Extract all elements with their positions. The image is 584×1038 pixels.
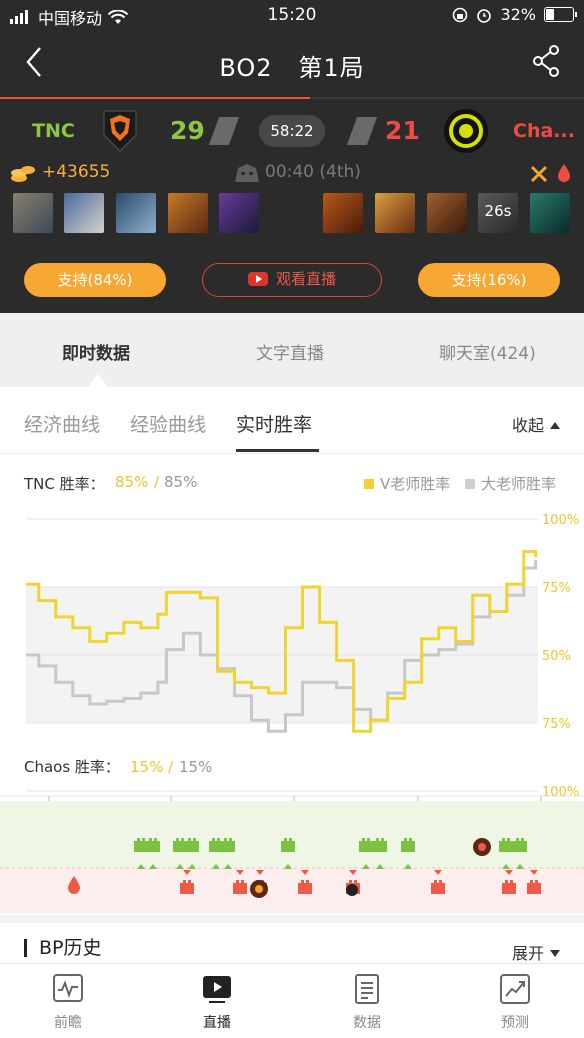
battery-percent: 32% (500, 5, 536, 24)
y-tick-label: 100% (542, 513, 579, 528)
chaos-logo[interactable] (443, 108, 489, 154)
page-title: BO2 第1局 (219, 54, 365, 82)
collapse-label: 收起 (511, 416, 544, 435)
chaos-winrate-master: 15% (179, 758, 212, 776)
score-divider-left (208, 117, 240, 145)
trend-chart-icon (500, 974, 530, 1004)
roshan-timer: 00:40 (4th) (265, 162, 361, 182)
bp-history-section: BP历史 展开 (0, 915, 584, 967)
bottom-tab-bar: 前瞻 直播 数据 预测 (0, 963, 584, 1038)
team-right-score: 21 (385, 116, 420, 145)
roshan-icon (235, 164, 259, 182)
tnc-logo[interactable] (102, 109, 138, 153)
tab-preview[interactable]: 前瞻 (28, 972, 108, 1032)
caret-down-icon (550, 950, 560, 957)
legend-v: V老师胜率 (364, 473, 450, 494)
hero-portrait[interactable] (323, 193, 363, 233)
timeline-band-radiant (0, 801, 584, 868)
winrate-chart: 100%75%50%75%100%Chaos 胜率：15% /15%-01:30… (0, 513, 584, 913)
document-icon (355, 974, 379, 1004)
hero-portrait[interactable] (168, 193, 208, 233)
divider (0, 453, 584, 454)
chaos-winrate-label: Chaos 胜率： (24, 758, 120, 776)
roshan-kill-core (478, 843, 486, 851)
team-right-name[interactable]: Cha... (513, 120, 575, 142)
score-row: TNC 29 58:22 21 Cha... (0, 105, 584, 159)
play-icon (203, 976, 231, 1003)
tnc-winrate-v: 85% (115, 473, 149, 491)
gold-lead: +43655 (42, 162, 111, 182)
chart-band-lower (26, 655, 538, 723)
respawn-timer: 26s (484, 202, 512, 220)
subtab-winrate[interactable]: 实时胜率 (236, 410, 312, 437)
info-row: +43655 00:40 (4th) (0, 162, 584, 188)
watch-live-button[interactable]: 观看直播 (202, 263, 382, 297)
legend-master: 大老师胜率 (465, 473, 556, 494)
bp-history-title: BP历史 (24, 939, 102, 958)
tab-live-data[interactable]: 即时数据 (62, 339, 130, 364)
hero-portrait-dead[interactable]: 26s (478, 193, 518, 233)
status-bar: 中国移动 15:20 32% (0, 0, 584, 30)
alarm-icon (477, 8, 492, 23)
hero-portrait[interactable] (13, 193, 53, 233)
battery-icon (544, 7, 577, 22)
share-icon[interactable] (530, 44, 562, 78)
support-right-button[interactable]: 支持(16%) (418, 263, 560, 297)
pulse-chart-icon (53, 974, 83, 1002)
roshan-kill-core (255, 885, 263, 893)
game-progress-fill (0, 97, 310, 99)
y-tick-label: 100% (542, 785, 579, 800)
score-divider-right (346, 117, 378, 145)
tab-chat[interactable]: 聊天室(424) (439, 339, 536, 364)
rotation-lock-icon (453, 7, 468, 22)
hero-portrait[interactable] (427, 193, 467, 233)
blood-drop-icon (558, 164, 570, 182)
subtab-experience[interactable]: 经验曲线 (130, 410, 206, 437)
tnc-winrate-label: TNC 胜率： (24, 475, 105, 493)
y-tick-label: 75% (542, 581, 571, 596)
nav-bar: BO2 第1局 (0, 30, 584, 98)
hero-portrait[interactable] (64, 193, 104, 233)
hero-portrait[interactable] (375, 193, 415, 233)
team-left-score: 29 (170, 116, 205, 145)
team-left-name[interactable]: TNC (32, 120, 75, 142)
hero-portrait[interactable] (530, 193, 570, 233)
support-left-button[interactable]: 支持(84%) (24, 263, 166, 297)
legend-v-label: V老师胜率 (380, 475, 451, 493)
timeline-band-dire (0, 868, 584, 913)
tab-data[interactable]: 数据 (327, 972, 407, 1032)
courier-kill-icon (346, 884, 358, 896)
legend-master-swatch (465, 479, 475, 489)
crossed-swords-icon (530, 165, 548, 183)
tab-predict[interactable]: 预测 (475, 972, 555, 1032)
game-progress-bar (0, 97, 584, 99)
legend-master-label: 大老师胜率 (481, 475, 557, 493)
collapse-button[interactable]: 收起 (512, 412, 560, 436)
hero-portrait[interactable] (116, 193, 156, 233)
caret-up-icon (550, 422, 560, 429)
play-video-icon (247, 272, 268, 286)
match-clock: 58:22 (259, 115, 325, 147)
tab-live[interactable]: 直播 (177, 972, 257, 1032)
tnc-winrate-sep: / (154, 473, 160, 491)
expand-button[interactable]: 展开 (512, 940, 560, 964)
tnc-winrate-master: 85% (164, 473, 198, 491)
active-tab-indicator (88, 374, 108, 387)
chaos-winrate-v: 15% / (130, 758, 174, 776)
y-tick-label: 75% (542, 717, 571, 732)
coins-icon (11, 166, 35, 182)
hero-portrait[interactable] (219, 193, 259, 233)
tab-text-live[interactable]: 文字直播 (256, 339, 324, 364)
sub-tabs: 经济曲线 经验曲线 实时胜率 收起 (0, 387, 584, 453)
subtab-underline (236, 449, 319, 452)
legend-v-swatch (364, 479, 374, 489)
watch-live-label: 观看直播 (275, 270, 336, 288)
subtab-economy[interactable]: 经济曲线 (24, 410, 100, 437)
y-tick-label: 50% (542, 649, 571, 664)
